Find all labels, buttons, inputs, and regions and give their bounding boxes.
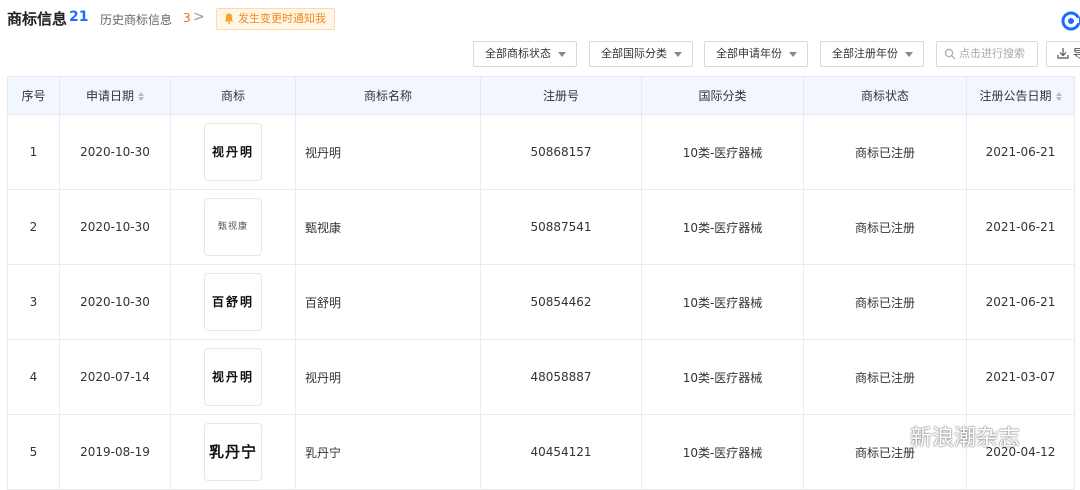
column-header-status: 商标状态: [803, 76, 967, 115]
cell-apply-date: 2020-07-14: [59, 339, 171, 415]
history-trademark-link[interactable]: 历史商标信息: [100, 11, 172, 28]
cell-pub-date: 2021-06-21: [966, 114, 1075, 190]
chevron-down-icon: [905, 52, 913, 57]
cell-pub-date: 2021-06-21: [966, 264, 1075, 340]
chevron-down-icon: [558, 52, 566, 57]
search-placeholder: 点击进行搜索: [959, 47, 1025, 60]
table-row[interactable]: 2 2020-10-30 甄视康 甄视康 50887541 10类-医疗器械 商…: [7, 189, 1075, 265]
cell-trademark-name: 乳丹宁: [295, 414, 481, 490]
cell-trademark: 乳丹宁: [170, 414, 296, 490]
cell-trademark: 百舒明: [170, 264, 296, 340]
filter-label: 全部国际分类: [601, 47, 667, 60]
table-row[interactable]: 4 2020-07-14 视丹明 视丹明 48058887 10类-医疗器械 商…: [7, 339, 1075, 415]
cell-index: 5: [7, 414, 60, 490]
cell-reg-no: 50868157: [480, 114, 642, 190]
cell-reg-no: 50887541: [480, 189, 642, 265]
cell-intl-class: 10类-医疗器械: [641, 339, 804, 415]
cell-index: 4: [7, 339, 60, 415]
cell-pub-date: 2021-03-07: [966, 339, 1075, 415]
column-header-trademark: 商标: [170, 76, 296, 115]
trademark-image[interactable]: 百舒明: [204, 273, 262, 331]
filter-label: 全部申请年份: [716, 47, 782, 60]
table-header-row: 序号 申请日期 商标 商标名称 注册号 国际分类 商标状态 注册公告日期: [7, 76, 1075, 115]
table-row[interactable]: 1 2020-10-30 视丹明 视丹明 50868157 10类-医疗器械 商…: [7, 114, 1075, 190]
column-header-pub-date[interactable]: 注册公告日期: [966, 76, 1075, 115]
cell-status: 商标已注册: [803, 189, 967, 265]
international-class-filter[interactable]: 全部国际分类: [589, 41, 693, 67]
cell-reg-no: 40454121: [480, 414, 642, 490]
cell-status: 商标已注册: [803, 339, 967, 415]
table-row[interactable]: 3 2020-10-30 百舒明 百舒明 50854462 10类-医疗器械 商…: [7, 264, 1075, 340]
column-header-reg-no: 注册号: [480, 76, 642, 115]
sort-icon[interactable]: [138, 92, 144, 101]
cell-trademark: 甄视康: [170, 189, 296, 265]
column-header-label: 申请日期: [85, 89, 134, 103]
section-header: 商标信息 21 历史商标信息 3 > 发生变更时通知我: [0, 0, 1080, 40]
column-header-index: 序号: [7, 76, 60, 115]
chevron-down-icon: [789, 52, 797, 57]
column-header-apply-date[interactable]: 申请日期: [59, 76, 171, 115]
cell-trademark-name: 百舒明: [295, 264, 481, 340]
trademark-status-filter[interactable]: 全部商标状态: [473, 41, 577, 67]
cell-trademark: 视丹明: [170, 339, 296, 415]
search-input[interactable]: 点击进行搜索: [936, 41, 1038, 67]
cell-intl-class: 10类-医疗器械: [641, 189, 804, 265]
notify-on-change-button[interactable]: 发生变更时通知我: [216, 8, 335, 30]
cell-intl-class: 10类-医疗器械: [641, 114, 804, 190]
wechat-icon: [864, 424, 901, 448]
section-title: 商标信息: [7, 10, 68, 28]
cell-index: 2: [7, 189, 60, 265]
cell-trademark-name: 甄视康: [295, 189, 481, 265]
history-trademark-count[interactable]: 3: [183, 11, 191, 25]
search-icon: [944, 48, 956, 60]
trademark-image[interactable]: 视丹明: [204, 123, 262, 181]
cell-pub-date: 2021-06-21: [966, 189, 1075, 265]
download-icon: [1057, 48, 1069, 59]
cell-index: 3: [7, 264, 60, 340]
cell-status: 商标已注册: [803, 264, 967, 340]
cell-reg-no: 50854462: [480, 264, 642, 340]
register-year-filter[interactable]: 全部注册年份: [820, 41, 924, 67]
column-header-trademark-name: 商标名称: [295, 76, 481, 115]
export-label: 导: [1073, 47, 1080, 60]
cell-trademark-name: 视丹明: [295, 339, 481, 415]
cell-intl-class: 10类-医疗器械: [641, 414, 804, 490]
bell-icon: [224, 13, 234, 24]
brand-logo-icon: [1061, 11, 1080, 31]
cell-apply-date: 2020-10-30: [59, 189, 171, 265]
cell-index: 1: [7, 114, 60, 190]
watermark-text: 新浪潮杂志: [910, 426, 1021, 451]
chevron-down-icon: [674, 52, 682, 57]
column-header-intl-class: 国际分类: [641, 76, 804, 115]
sort-icon[interactable]: [1055, 92, 1062, 101]
trademark-image[interactable]: 视丹明: [204, 348, 262, 406]
cell-trademark: 视丹明: [170, 114, 296, 190]
notify-label: 发生变更时通知我: [238, 12, 326, 25]
watermark: 新浪潮杂志: [862, 418, 1062, 454]
cell-apply-date: 2020-10-30: [59, 114, 171, 190]
trademark-image[interactable]: 乳丹宁: [204, 423, 262, 481]
export-button[interactable]: 导: [1046, 41, 1080, 67]
cell-apply-date: 2020-10-30: [59, 264, 171, 340]
trademark-count: 21: [69, 9, 89, 25]
chevron-right-icon[interactable]: >: [193, 9, 205, 25]
cell-apply-date: 2019-08-19: [59, 414, 171, 490]
apply-year-filter[interactable]: 全部申请年份: [704, 41, 808, 67]
filter-label: 全部商标状态: [485, 47, 551, 60]
cell-status: 商标已注册: [803, 114, 967, 190]
cell-reg-no: 48058887: [480, 339, 642, 415]
trademark-image[interactable]: 甄视康: [204, 198, 262, 256]
filter-label: 全部注册年份: [832, 47, 898, 60]
column-header-label: 注册公告日期: [979, 89, 1052, 103]
cell-trademark-name: 视丹明: [295, 114, 481, 190]
cell-intl-class: 10类-医疗器械: [641, 264, 804, 340]
